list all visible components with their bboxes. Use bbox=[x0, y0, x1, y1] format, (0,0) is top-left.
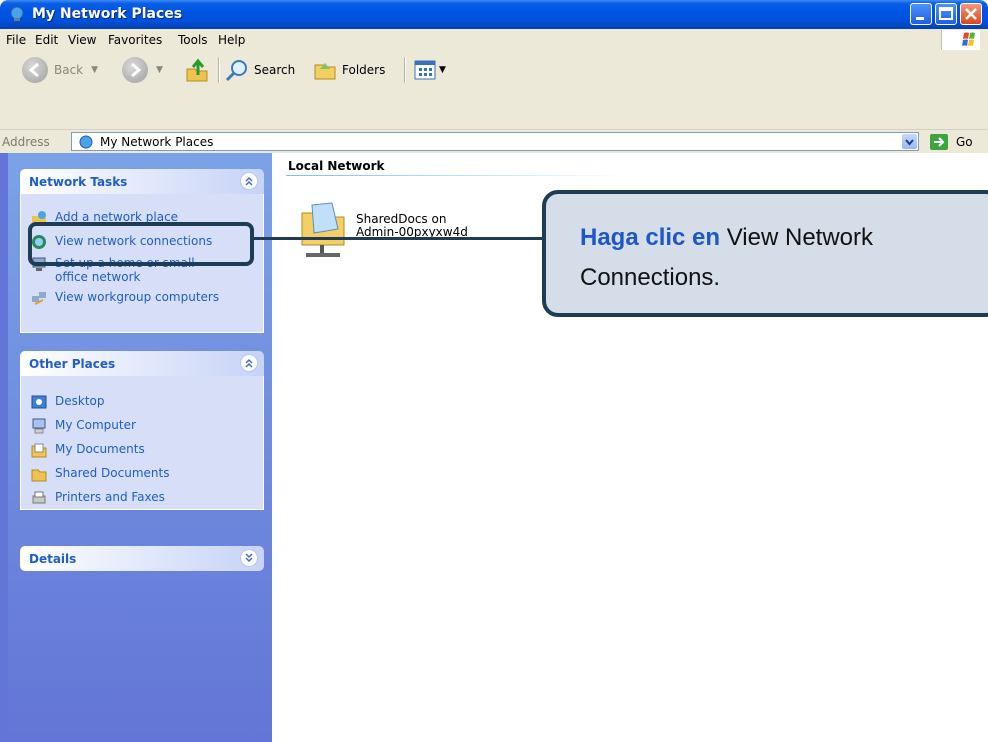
maximize-button[interactable] bbox=[935, 3, 957, 25]
left-pane-border bbox=[0, 153, 8, 742]
callout-line1: View Network bbox=[720, 224, 874, 251]
details-panel: Details bbox=[20, 546, 264, 571]
my-computer-icon bbox=[32, 418, 46, 434]
place-label: Desktop bbox=[55, 394, 105, 408]
back-arrow-icon bbox=[22, 57, 48, 83]
search-icon bbox=[225, 60, 247, 82]
other-places-header[interactable]: Other Places bbox=[20, 351, 264, 376]
address-value: My Network Places bbox=[100, 135, 214, 149]
views-button[interactable]: ▼ bbox=[414, 56, 446, 84]
place-my-documents[interactable]: My Documents bbox=[31, 442, 145, 460]
shared-documents-icon bbox=[31, 469, 47, 482]
minimize-button[interactable] bbox=[910, 3, 932, 25]
place-shared-documents[interactable]: Shared Documents bbox=[31, 466, 169, 484]
task-view-workgroup-computers[interactable]: View workgroup computers bbox=[31, 290, 219, 308]
place-desktop[interactable]: Desktop bbox=[31, 394, 105, 412]
network-tasks-title: Network Tasks bbox=[29, 175, 128, 189]
callout-highlight: Haga clic en bbox=[580, 224, 721, 251]
folders-icon bbox=[314, 63, 336, 80]
callout-line2: Connections. bbox=[580, 264, 721, 291]
other-places-body: Desktop My Computer My Documents Shared … bbox=[20, 376, 264, 510]
title-bar[interactable]: My Network Places bbox=[0, 0, 988, 29]
forward-button[interactable]: ▼ bbox=[122, 56, 163, 84]
back-label: Back bbox=[54, 63, 84, 77]
details-title: Details bbox=[29, 552, 77, 566]
back-button[interactable]: Back ▼ bbox=[22, 56, 98, 84]
group-divider bbox=[286, 175, 626, 176]
views-dropdown-icon[interactable]: ▼ bbox=[439, 65, 446, 75]
desktop-icon bbox=[31, 395, 47, 409]
folders-label: Folders bbox=[342, 63, 386, 77]
go-button[interactable]: Go bbox=[930, 132, 973, 152]
collapse-up-icon[interactable] bbox=[240, 354, 258, 372]
minimize-icon bbox=[916, 17, 924, 20]
place-label: Shared Documents bbox=[55, 466, 170, 480]
details-header[interactable]: Details bbox=[20, 546, 264, 571]
windows-logo-icon bbox=[941, 30, 980, 50]
menu-favorites[interactable]: Favorites bbox=[108, 33, 162, 47]
callout-connector-line bbox=[252, 237, 546, 240]
close-icon bbox=[965, 8, 977, 20]
address-dropdown-icon[interactable] bbox=[902, 134, 917, 149]
menu-tools[interactable]: Tools bbox=[178, 33, 208, 47]
close-button[interactable] bbox=[960, 3, 982, 25]
search-button[interactable]: Search bbox=[224, 56, 295, 84]
menu-bar: File Edit View Favorites Tools Help bbox=[0, 29, 988, 52]
place-my-computer[interactable]: My Computer bbox=[31, 418, 136, 436]
printers-faxes-icon bbox=[32, 491, 46, 504]
other-places-title: Other Places bbox=[29, 357, 116, 371]
other-places-panel: Other Places Desktop My Computer My Docu… bbox=[20, 351, 264, 510]
highlight-frame bbox=[28, 222, 254, 266]
my-documents-icon bbox=[31, 443, 47, 458]
network-places-icon bbox=[79, 135, 93, 149]
go-arrow-icon bbox=[930, 134, 948, 150]
window-title: My Network Places bbox=[32, 6, 183, 22]
maximize-icon bbox=[939, 7, 953, 20]
workgroup-computers-icon bbox=[32, 292, 46, 305]
folders-button[interactable]: Folders bbox=[312, 56, 385, 84]
views-icon bbox=[414, 60, 436, 80]
place-label: Printers and Faxes bbox=[55, 490, 165, 504]
callout-text: Haga clic en View Network Connections. bbox=[580, 218, 873, 298]
toolbar-separator bbox=[218, 57, 220, 83]
go-label: Go bbox=[956, 135, 973, 149]
network-folder-icon bbox=[301, 202, 345, 257]
search-label: Search bbox=[254, 63, 296, 77]
menu-file[interactable]: File bbox=[6, 33, 26, 47]
network-places-icon bbox=[10, 6, 24, 21]
menu-edit[interactable]: Edit bbox=[35, 33, 58, 47]
expand-down-icon[interactable] bbox=[240, 549, 258, 567]
group-title: Local Network bbox=[288, 159, 385, 173]
back-dropdown-icon[interactable]: ▼ bbox=[91, 65, 98, 75]
toolbar: Back ▼ ▼ Search Folders ▼ bbox=[0, 51, 988, 90]
task-label: View workgroup computers bbox=[55, 290, 220, 304]
menu-view[interactable]: View bbox=[68, 33, 96, 47]
address-bar: Address My Network Places Go bbox=[0, 129, 988, 154]
place-printers-faxes[interactable]: Printers and Faxes bbox=[31, 490, 165, 508]
address-bar-area: Address My Network Places Go bbox=[0, 89, 988, 154]
up-folder-icon bbox=[186, 58, 208, 82]
place-label: My Documents bbox=[55, 442, 145, 456]
network-tasks-header[interactable]: Network Tasks bbox=[20, 169, 264, 194]
forward-dropdown-icon[interactable]: ▼ bbox=[156, 65, 163, 75]
up-folder-button[interactable] bbox=[184, 56, 210, 84]
place-label: My Computer bbox=[55, 418, 136, 432]
toolbar-separator bbox=[404, 57, 406, 83]
collapse-up-icon[interactable] bbox=[240, 172, 258, 190]
instruction-callout: Haga clic en View Network Connections. bbox=[542, 190, 988, 317]
forward-arrow-icon bbox=[122, 57, 148, 83]
menu-help[interactable]: Help bbox=[218, 33, 245, 47]
address-label: Address bbox=[2, 135, 50, 149]
address-input[interactable]: My Network Places bbox=[71, 132, 919, 151]
shared-folder-item[interactable]: SharedDocs on Admin-00pxyxw4d bbox=[298, 193, 558, 263]
